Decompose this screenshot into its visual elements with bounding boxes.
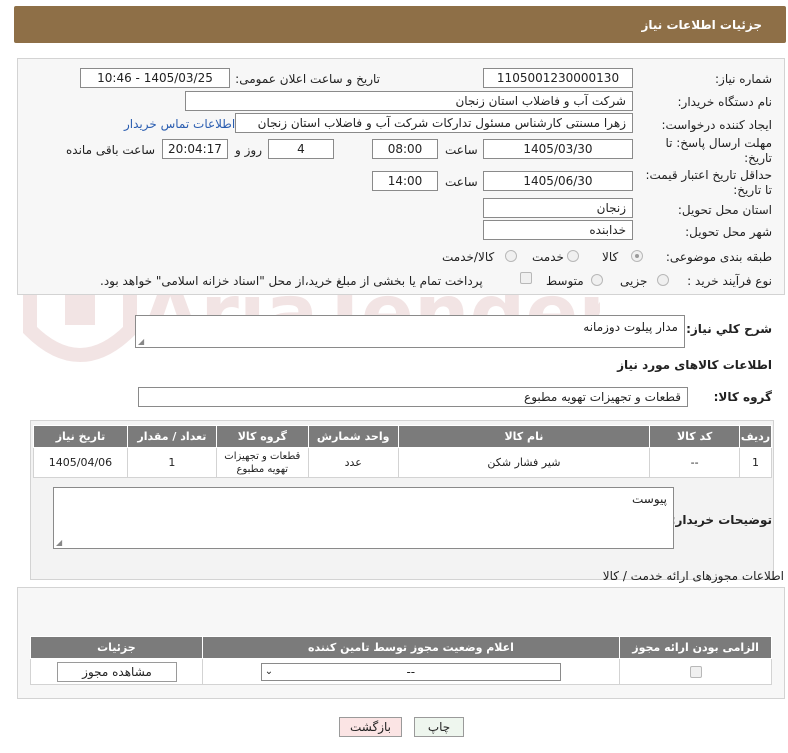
permit-required-checkbox [689,666,702,678]
province-label: استان محل تحویل: [677,203,772,217]
page-header: جزئیات اطلاعات نیاز [14,6,786,43]
creator-field: زهرا مسنتی کارشناس مسئول تدارکات شرکت آب… [235,113,633,133]
deadline-time-field: 08:00 [372,139,438,159]
validity-time-field: 14:00 [372,171,438,191]
goods-group-label: گروه کالا: [713,390,772,404]
goods-group-field: قطعات و تجهیزات تهویه مطبوع [138,387,688,407]
category-radio-goods[interactable] [631,250,643,262]
col-permit-details: جزئیات [30,636,203,659]
creator-label: ایجاد کننده درخواست: [661,118,772,132]
category-service-label: خدمت [532,250,564,264]
province-field: زنجان [483,198,633,218]
resize-grip-icon[interactable]: ◢ [138,337,144,346]
remaining-time-field: 20:04:17 [162,139,228,159]
goods-info-title: اطلاعات کالاهای مورد نیاز [617,358,772,372]
announce-label: تاریخ و ساعت اعلان عمومی: [235,72,380,86]
permit-status-select[interactable]: -- ⌄ [260,663,561,681]
permits-title: اطلاعات مجوزهای ارائه خدمت / کالا [602,569,784,583]
cell-code: -- [649,447,741,478]
days-label: روز و [235,143,262,157]
resize-grip-icon[interactable]: ◢ [56,538,62,547]
deadline-time-label: ساعت [445,143,478,157]
col-unit: واحد شمارش [307,425,399,448]
cell-permit-required [619,658,772,685]
permit-status-value: -- [406,665,416,679]
announce-field: 1405/03/25 - 10:46 [80,68,230,88]
remaining-label: ساعت باقی مانده [66,143,156,157]
view-permit-button[interactable]: مشاهده مجوز [57,662,177,682]
category-both-label: کالا/خدمت [442,250,495,264]
category-radio-both[interactable] [505,250,517,262]
treasury-payment-checkbox[interactable] [520,272,532,284]
process-medium-label: متوسط [546,274,584,288]
deadline-label-2: تاریخ: [744,151,772,165]
process-radio-minor[interactable] [657,274,669,286]
cell-permit-status: -- ⌄ [201,658,621,685]
cell-row: 1 [739,447,772,478]
treasury-payment-note: پرداخت تمام یا بخشی از مبلغ خرید،از محل … [100,274,483,288]
validity-label-2: تا تاریخ: [733,183,772,197]
col-qty: تعداد / مقدار [126,425,217,448]
category-label: طبقه بندی موضوعی: [665,250,772,264]
validity-time-label: ساعت [445,175,478,189]
city-label: شهر محل تحویل: [685,225,772,239]
goods-table: ردیف کد کالا نام کالا واحد شمارش گروه کا… [33,425,772,478]
deadline-date-field: 1405/03/30 [483,139,633,159]
cell-date: 1405/04/06 [33,447,128,478]
back-button[interactable]: بازگشت [339,717,402,737]
validity-date-field: 1405/06/30 [483,171,633,191]
buyer-notes-text: پیوست [632,492,667,506]
need-number-label: شماره نیاز: [715,72,772,86]
need-description-text: مدار پیلوت دوزمانه [583,320,678,334]
table-row: 1 -- شیر فشار شکن عدد قطعات و تجهیزات ته… [33,447,772,478]
process-label: نوع فرآیند خرید : [687,274,772,288]
col-permit-status: اعلام وضعیت مجوز توسط تامین کننده [201,636,621,659]
deadline-label: مهلت ارسال پاسخ: تا [665,136,772,150]
validity-label: حداقل تاریخ اعتبار قیمت: [645,168,772,182]
col-permit-required: الزامی بودن ارائه مجوز [619,636,772,659]
need-description-field: مدار پیلوت دوزمانه ◢ [135,315,685,348]
permits-table: الزامی بودن ارائه مجوز اعلام وضعیت مجوز … [30,636,772,685]
table-row: -- ⌄ مشاهده مجوز [30,658,772,685]
process-radio-medium[interactable] [591,274,603,286]
chevron-down-icon: ⌄ [264,666,274,677]
days-field: 4 [268,139,334,159]
cell-group: قطعات و تجهیزات تهویه مطبوع [215,447,309,478]
col-name: نام کالا [397,425,651,448]
category-radio-service[interactable] [567,250,579,262]
col-date: تاریخ نیاز [33,425,128,448]
category-goods-label: کالا [602,250,619,264]
buyer-notes-field: پیوست ◢ [53,487,674,549]
buyer-org-field: شرکت آب و فاضلاب استان زنجان [185,91,633,111]
cell-qty: 1 [126,447,217,478]
col-group: گروه کالا [215,425,309,448]
buyer-contact-link[interactable]: اطلاعات تماس خریدار [124,117,235,131]
process-minor-label: جزیی [620,274,648,288]
cell-permit-details: مشاهده مجوز [30,658,203,685]
city-field: خدابنده [483,220,633,240]
need-number-field: 1105001230000130 [483,68,633,88]
cell-name: شیر فشار شکن [397,447,651,478]
col-row: ردیف [739,425,772,448]
col-code: کد کالا [649,425,741,448]
print-button[interactable]: چاپ [414,717,464,737]
need-description-label: شرح كلي نياز: [686,322,772,336]
buyer-notes-label: توضیحات خریدار: [670,513,772,527]
buyer-org-label: نام دستگاه خریدار: [677,95,773,109]
cell-unit: عدد [307,447,399,478]
page-title: جزئیات اطلاعات نیاز [641,18,762,32]
